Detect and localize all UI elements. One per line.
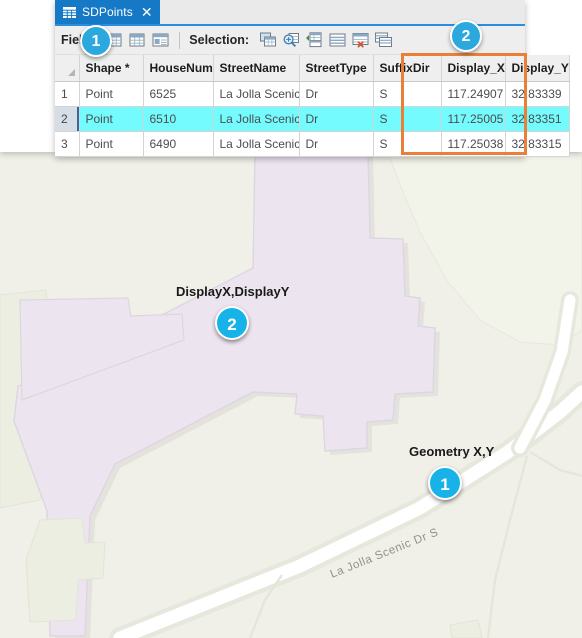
tab-sdpoints[interactable]: SDPoints ✕ xyxy=(55,0,160,24)
cell-shape[interactable]: Point xyxy=(79,81,144,107)
select-all-corner-icon xyxy=(67,68,75,76)
zoom-to-selection-icon[interactable] xyxy=(282,31,301,49)
column-header-streettype[interactable]: StreetType xyxy=(299,55,374,82)
table-row-selected[interactable]: 2 Point 6510 La Jolla Scenic Dr S 117.25… xyxy=(55,106,570,132)
cell-streetname[interactable]: La Jolla Scenic xyxy=(213,81,300,107)
table-tab-bar: SDPoints ✕ xyxy=(55,0,525,26)
cell-streettype[interactable]: Dr xyxy=(299,81,374,107)
field-properties-icon[interactable] xyxy=(151,31,170,49)
tab-title: SDPoints xyxy=(82,5,133,19)
cell-display-x[interactable]: 117.24907 xyxy=(441,81,506,107)
annotation-badge-fields[interactable]: 1 xyxy=(80,25,112,57)
selection-label: Selection: xyxy=(189,33,250,47)
cell-suffixdir[interactable]: S xyxy=(373,131,442,157)
cell-display-x[interactable]: 117.25038 xyxy=(441,131,506,157)
display-xy-callout-label: DisplayX,DisplayY xyxy=(176,284,290,299)
cell-display-y[interactable]: 32.83339 xyxy=(505,81,570,107)
table-grid-icon xyxy=(63,6,76,18)
cell-housenum[interactable]: 6510 xyxy=(143,106,214,132)
row-header-corner[interactable] xyxy=(55,55,80,82)
table-header-row: Shape * HouseNum StreetName StreetType S… xyxy=(55,55,570,82)
table-row[interactable]: 3 Point 6490 La Jolla Scenic Dr S 117.25… xyxy=(55,131,570,157)
cell-streettype[interactable]: Dr xyxy=(299,131,374,157)
cell-streetname[interactable]: La Jolla Scenic xyxy=(213,106,300,132)
cell-housenum[interactable]: 6490 xyxy=(143,131,214,157)
switch-selection-icon[interactable] xyxy=(305,31,324,49)
annotation-badge-display-columns[interactable]: 2 xyxy=(450,20,482,52)
toolbar-separator xyxy=(179,31,181,49)
row-number[interactable]: 2 xyxy=(55,106,80,132)
attribute-table[interactable]: Shape * HouseNum StreetName StreetType S… xyxy=(55,55,570,157)
column-header-housenum[interactable]: HouseNum xyxy=(143,55,214,82)
calculate-field-icon[interactable] xyxy=(128,31,147,49)
cell-streetname[interactable]: La Jolla Scenic xyxy=(213,131,300,157)
table-row[interactable]: 1 Point 6525 La Jolla Scenic Dr S 117.24… xyxy=(55,81,570,107)
cell-housenum[interactable]: 6525 xyxy=(143,81,214,107)
row-number[interactable]: 3 xyxy=(55,131,80,157)
select-by-attributes-icon[interactable] xyxy=(259,31,278,49)
map-badge-display-xy[interactable]: 2 xyxy=(215,306,249,340)
geometry-xy-callout-label: Geometry X,Y xyxy=(409,444,495,459)
cell-shape[interactable]: Point xyxy=(79,106,144,132)
cell-shape[interactable]: Point xyxy=(79,131,144,157)
cell-suffixdir[interactable]: S xyxy=(373,81,442,107)
table-header: Shape * HouseNum StreetName StreetType S… xyxy=(55,55,570,82)
select-all-icon[interactable] xyxy=(328,31,347,49)
cell-suffixdir[interactable]: S xyxy=(373,106,442,132)
copy-selection-icon[interactable] xyxy=(374,31,393,49)
column-header-suffixdir[interactable]: SuffixDir xyxy=(373,55,442,82)
cell-display-y[interactable]: 32.83315 xyxy=(505,131,570,157)
map-badge-geometry-xy[interactable]: 1 xyxy=(428,466,462,500)
column-header-shape[interactable]: Shape * xyxy=(79,55,144,82)
clear-selection-icon[interactable] xyxy=(351,31,370,49)
column-header-streetname[interactable]: StreetName xyxy=(213,55,300,82)
column-header-display-x[interactable]: Display_X xyxy=(441,55,506,82)
table-body: 1 Point 6525 La Jolla Scenic Dr S 117.24… xyxy=(55,81,570,157)
column-header-display-y[interactable]: Display_Y xyxy=(505,55,570,82)
cell-display-x[interactable]: 117.25005 xyxy=(441,106,506,132)
close-icon[interactable]: ✕ xyxy=(139,5,153,19)
cell-streettype[interactable]: Dr xyxy=(299,106,374,132)
cell-display-y[interactable]: 32.83351 xyxy=(505,106,570,132)
row-number[interactable]: 1 xyxy=(55,81,80,107)
panel-left-filler xyxy=(0,0,55,152)
